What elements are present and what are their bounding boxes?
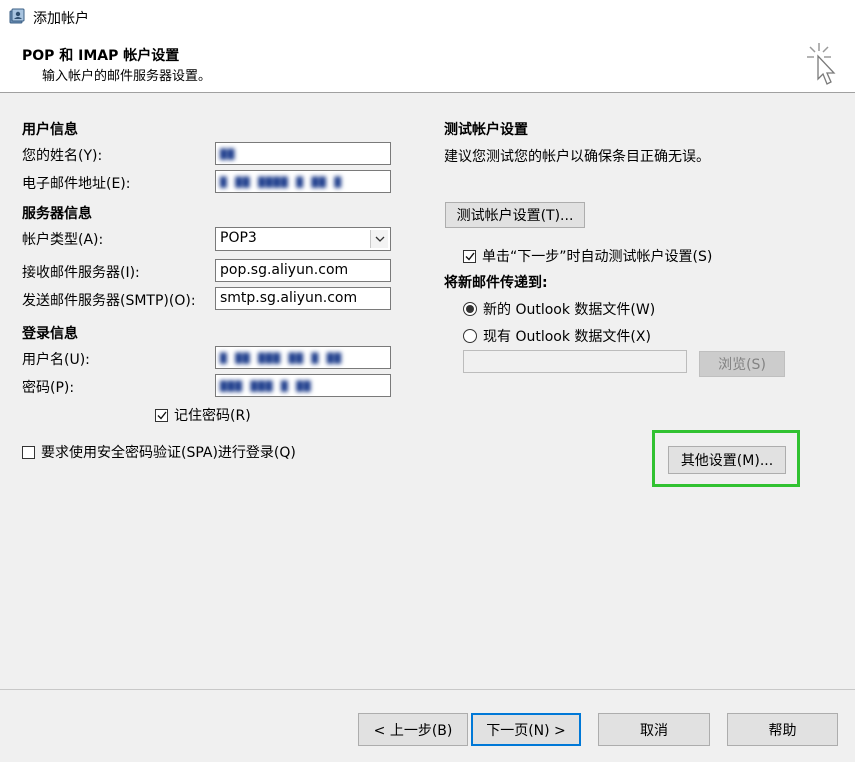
dialog-header: POP 和 IMAP 帐户设置 输入帐户的邮件服务器设置。 [0, 36, 855, 93]
password-value: ▇▇▇ ▇▇▇ ▇ ▇▇ [220, 379, 312, 392]
spa-checkbox[interactable] [22, 445, 35, 459]
deliver-existing-option[interactable]: 现有 Outlook 数据文件(X) [463, 326, 651, 346]
next-button[interactable]: 下一页(N) > [471, 713, 581, 746]
more-settings-button[interactable]: 其他设置(M)... [668, 446, 786, 474]
name-value: ▇▇ [220, 147, 236, 160]
auto-test-label: 单击“下一步”时自动测试帐户设置(S) [482, 249, 713, 265]
deliver-new-option[interactable]: 新的 Outlook 数据文件(W) [463, 299, 655, 319]
email-field[interactable]: ▇ ▇▇ ▇▇▇▇ ▇ ▇▇ ▇ [215, 170, 391, 193]
deliver-existing-label: 现有 Outlook 数据文件(X) [483, 329, 651, 345]
deliver-new-radio[interactable] [463, 302, 477, 316]
name-field[interactable]: ▇▇ [215, 142, 391, 165]
checkmark-icon [157, 411, 167, 420]
existing-data-file-field[interactable] [463, 350, 687, 373]
checkmark-icon [465, 252, 475, 261]
cursor-click-icon [807, 43, 836, 85]
email-label: 电子邮件地址(E): [22, 176, 131, 192]
deliver-new-label: 新的 Outlook 数据文件(W) [483, 302, 656, 318]
auto-test-option[interactable]: 单击“下一步”时自动测试帐户设置(S) [463, 246, 712, 266]
outgoing-server-label: 发送邮件服务器(SMTP)(O): [22, 293, 196, 309]
incoming-server-label: 接收邮件服务器(I): [22, 265, 140, 281]
footer-divider [0, 689, 855, 690]
spa-label: 要求使用安全密码验证(SPA)进行登录(Q) [41, 445, 296, 461]
account-type-value: POP3 [220, 230, 257, 246]
username-label: 用户名(U): [22, 352, 90, 368]
back-button[interactable]: < 上一步(B) [358, 713, 468, 746]
test-settings-title: 测试帐户设置 [444, 122, 528, 138]
password-field[interactable]: ▇▇▇ ▇▇▇ ▇ ▇▇ [215, 374, 391, 397]
user-info-title: 用户信息 [22, 122, 78, 138]
server-info-title: 服务器信息 [22, 206, 92, 222]
test-description: 建议您测试您的帐户以确保条目正确无误。 [444, 149, 710, 165]
account-settings-icon [9, 8, 25, 24]
spa-option[interactable]: 要求使用安全密码验证(SPA)进行登录(Q) [22, 442, 296, 462]
outgoing-server-field[interactable]: smtp.sg.aliyun.com [215, 287, 391, 310]
remember-password-label: 记住密码(R) [174, 408, 251, 424]
deliver-existing-radio[interactable] [463, 329, 477, 343]
window-title: 添加帐户 [33, 11, 89, 27]
account-type-label: 帐户类型(A): [22, 232, 104, 248]
browse-button[interactable]: 浏览(S) [699, 351, 785, 377]
title-bar: 添加帐户 [0, 0, 855, 36]
test-account-button[interactable]: 测试帐户设置(T)... [445, 202, 585, 228]
deliver-title: 将新邮件传递到: [444, 275, 548, 291]
page-title: POP 和 IMAP 帐户设置 [22, 48, 180, 64]
cancel-button[interactable]: 取消 [598, 713, 710, 746]
password-label: 密码(P): [22, 380, 75, 396]
auto-test-checkbox[interactable] [463, 249, 476, 263]
page-subtitle: 输入帐户的邮件服务器设置。 [42, 69, 212, 84]
radio-selected-dot [466, 305, 474, 313]
outgoing-server-value: smtp.sg.aliyun.com [220, 290, 358, 306]
account-type-select[interactable]: POP3 [215, 227, 391, 251]
name-label: 您的姓名(Y): [22, 148, 103, 164]
remember-password-checkbox[interactable] [155, 408, 168, 422]
email-value: ▇ ▇▇ ▇▇▇▇ ▇ ▇▇ ▇ [220, 175, 342, 188]
username-field[interactable]: ▇ ▇▇ ▇▇▇ ▇▇ ▇ ▇▇ [215, 346, 391, 369]
help-button[interactable]: 帮助 [727, 713, 838, 746]
username-value: ▇ ▇▇ ▇▇▇ ▇▇ ▇ ▇▇ [220, 351, 342, 364]
chevron-down-icon[interactable] [370, 230, 388, 248]
login-info-title: 登录信息 [22, 326, 78, 342]
remember-password-option[interactable]: 记住密码(R) [155, 405, 251, 425]
incoming-server-value: pop.sg.aliyun.com [220, 262, 349, 278]
incoming-server-field[interactable]: pop.sg.aliyun.com [215, 259, 391, 282]
